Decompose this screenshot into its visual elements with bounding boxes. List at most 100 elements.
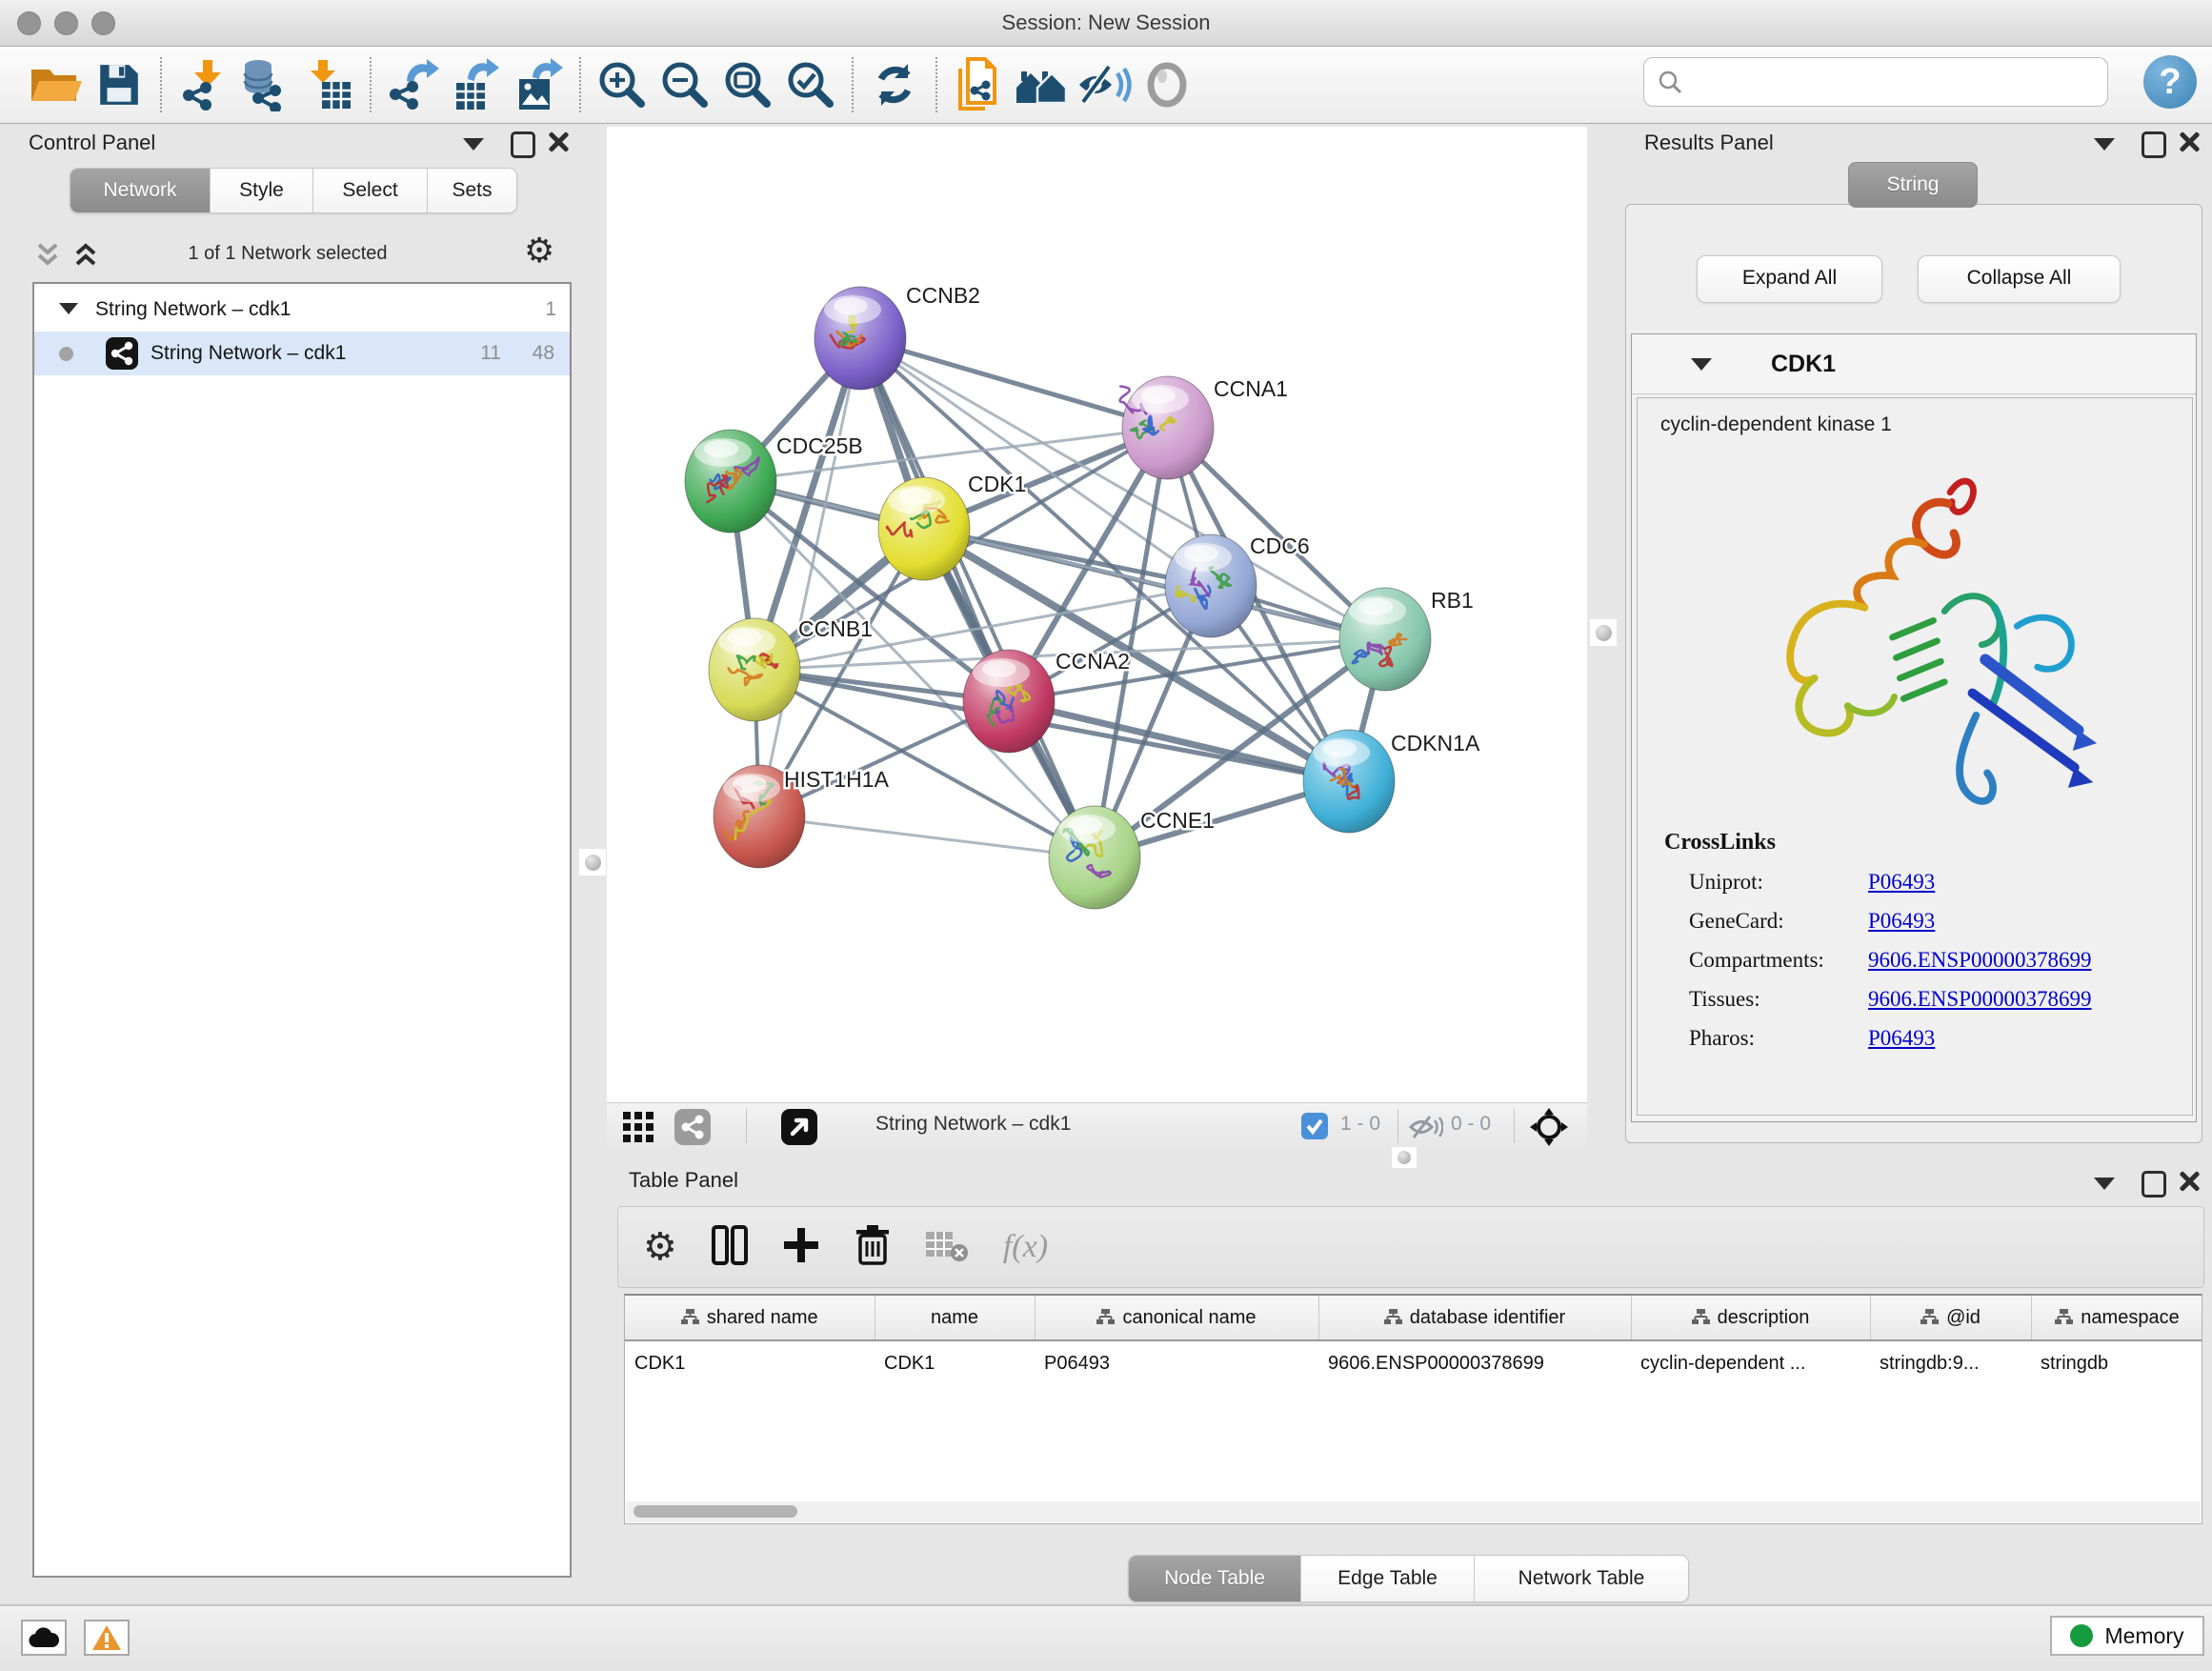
export-table-button[interactable] bbox=[444, 54, 507, 115]
crosslink-link-2[interactable]: 9606.ENSP00000378699 bbox=[1868, 948, 2092, 973]
string-panel-toggle-icon[interactable] bbox=[674, 1108, 712, 1151]
export-network-button[interactable] bbox=[381, 54, 444, 115]
fit-content-crosshair-icon[interactable] bbox=[1529, 1107, 1569, 1152]
panel-menu-icon[interactable] bbox=[2094, 138, 2115, 151]
column-header-@id[interactable]: @id bbox=[1870, 1296, 2031, 1340]
table-cell[interactable]: CDK1 bbox=[625, 1340, 875, 1385]
crosslink-link-4[interactable]: P06493 bbox=[1868, 1026, 1935, 1051]
tab-node-table[interactable]: Node Table bbox=[1129, 1556, 1300, 1601]
column-header-name[interactable]: name bbox=[875, 1296, 1035, 1340]
table-cell[interactable]: 9606.ENSP00000378699 bbox=[1318, 1340, 1631, 1385]
network-node-CDC6[interactable]: CDC6 bbox=[1165, 534, 1310, 637]
tree-expander-icon[interactable] bbox=[59, 303, 78, 314]
birdseye-view-icon[interactable] bbox=[622, 1111, 654, 1148]
table-cell[interactable]: P06493 bbox=[1035, 1340, 1318, 1385]
scrollbar-thumb[interactable] bbox=[633, 1505, 797, 1518]
node-label-CCNA2: CCNA2 bbox=[1056, 649, 1130, 674]
delete-table-icon[interactable] bbox=[925, 1228, 969, 1267]
column-label: description bbox=[1718, 1307, 1810, 1328]
network-node-CDKN1A[interactable]: CDKN1A bbox=[1303, 730, 1480, 833]
tab-style[interactable]: Style bbox=[210, 169, 312, 212]
expand-all-button[interactable]: Expand All bbox=[1697, 255, 1882, 303]
left-splitter-handle[interactable] bbox=[579, 849, 606, 876]
column-mapping-icon bbox=[1920, 1309, 1939, 1325]
memory-button[interactable]: Memory bbox=[2050, 1616, 2204, 1656]
cloud-status-button[interactable] bbox=[21, 1620, 67, 1656]
network-edge-CCNB2-HIST1H1A[interactable] bbox=[759, 338, 860, 816]
section-collapse-icon[interactable] bbox=[1691, 358, 1712, 371]
crosslink-link-0[interactable]: P06493 bbox=[1868, 870, 1935, 895]
panel-float-icon[interactable] bbox=[2142, 131, 2166, 158]
open-in-new-icon[interactable] bbox=[780, 1108, 818, 1151]
tab-sets[interactable]: Sets bbox=[427, 169, 516, 212]
network-node-RB1[interactable]: RB1 bbox=[1339, 588, 1474, 691]
string-app-icon bbox=[105, 336, 139, 371]
search-input[interactable] bbox=[1682, 70, 2107, 94]
network-collection-row[interactable]: String Network – cdk1 1 bbox=[34, 288, 570, 332]
column-header-database-identifier[interactable]: database identifier bbox=[1318, 1296, 1631, 1340]
show-columns-icon[interactable] bbox=[712, 1225, 748, 1270]
add-column-icon[interactable] bbox=[782, 1226, 820, 1269]
column-header-canonical-name[interactable]: canonical name bbox=[1035, 1296, 1318, 1340]
column-header-shared-name[interactable]: shared name bbox=[625, 1296, 875, 1340]
hide-glass-effect-button[interactable] bbox=[1073, 54, 1136, 115]
right-splitter-handle[interactable] bbox=[1590, 619, 1617, 646]
export-image-button[interactable] bbox=[507, 54, 570, 115]
crosslink-link-3[interactable]: 9606.ENSP00000378699 bbox=[1868, 987, 2092, 1012]
save-session-button[interactable] bbox=[88, 54, 151, 115]
collapse-all-button[interactable]: Collapse All bbox=[1918, 255, 2121, 303]
tab-select[interactable]: Select bbox=[312, 169, 427, 212]
column-header-namespace[interactable]: namespace bbox=[2031, 1296, 2202, 1340]
table-cell[interactable]: stringdb:9... bbox=[1870, 1340, 2031, 1385]
string-home-button[interactable] bbox=[1010, 54, 1073, 115]
selected-nodes-checkbox[interactable] bbox=[1300, 1112, 1329, 1145]
network-edge-HIST1H1A-CCNE1[interactable] bbox=[759, 816, 1095, 857]
zoom-in-button[interactable] bbox=[591, 54, 654, 115]
network-edge-CCNB2-CCNE1[interactable] bbox=[860, 338, 1095, 857]
tab-network[interactable]: Network bbox=[70, 169, 210, 212]
tab-network-table[interactable]: Network Table bbox=[1474, 1556, 1688, 1601]
tab-string-results[interactable]: String bbox=[1848, 162, 1978, 208]
network-canvas[interactable]: CCNB2CCNA1CDC25BCDK1CDC6RB1CCNB1CCNA2CDK… bbox=[607, 127, 1587, 1102]
network-options-gear-icon[interactable]: ⚙ bbox=[524, 233, 554, 268]
network-edge-CCNB2-CCNA1[interactable] bbox=[860, 338, 1168, 428]
network-node-CDK1[interactable]: CDK1 bbox=[878, 472, 1026, 580]
crosslink-link-1[interactable]: P06493 bbox=[1868, 909, 1935, 934]
function-builder-icon[interactable]: f(x) bbox=[1003, 1229, 1048, 1265]
import-table-file-button[interactable] bbox=[297, 54, 360, 115]
zoom-out-button[interactable] bbox=[654, 54, 716, 115]
panel-float-icon[interactable] bbox=[2142, 1171, 2166, 1198]
zoom-fit-button[interactable] bbox=[716, 54, 779, 115]
panel-menu-icon[interactable] bbox=[2094, 1178, 2115, 1190]
table-cell[interactable]: cyclin-dependent ... bbox=[1631, 1340, 1870, 1385]
zoom-selected-button[interactable] bbox=[779, 54, 842, 115]
search-field[interactable] bbox=[1643, 57, 2108, 107]
column-header-description[interactable]: description bbox=[1631, 1296, 1870, 1340]
panel-menu-icon[interactable] bbox=[463, 138, 484, 151]
network-row-selected[interactable]: String Network – cdk1 11 48 bbox=[34, 332, 570, 375]
help-button[interactable]: ? bbox=[2143, 55, 2197, 109]
table-cell[interactable]: CDK1 bbox=[875, 1340, 1035, 1385]
protein-section-header[interactable]: CDK1 bbox=[1632, 334, 2196, 394]
import-network-database-button[interactable] bbox=[234, 54, 297, 115]
tab-edge-table[interactable]: Edge Table bbox=[1300, 1556, 1474, 1601]
network-node-HIST1H1A[interactable]: HIST1H1A bbox=[714, 765, 890, 868]
network-node-CCNB1[interactable]: CCNB1 bbox=[709, 616, 873, 721]
table-cell[interactable]: stringdb bbox=[2031, 1340, 2202, 1385]
crosslink-row: GeneCard:P06493 bbox=[1664, 909, 2192, 934]
import-network-file-button[interactable] bbox=[171, 54, 234, 115]
hidden-items-icon[interactable] bbox=[1409, 1114, 1443, 1145]
string-document-button[interactable] bbox=[947, 54, 1010, 115]
refresh-button[interactable] bbox=[863, 54, 926, 115]
table-row[interactable]: CDK1CDK1P064939606.ENSP00000378699cyclin… bbox=[625, 1340, 2202, 1385]
network-edge-CCNA2-CDKN1A[interactable] bbox=[1009, 701, 1349, 781]
network-node-CCNE1[interactable]: CCNE1 bbox=[1049, 806, 1215, 909]
open-session-button[interactable] bbox=[25, 54, 88, 115]
horizontal-scrollbar[interactable] bbox=[626, 1501, 2201, 1522]
warning-status-button[interactable] bbox=[84, 1620, 130, 1656]
bottom-splitter-handle[interactable] bbox=[1392, 1147, 1417, 1168]
table-options-gear-icon[interactable]: ⚙ bbox=[643, 1228, 677, 1266]
show-glass-effect-button[interactable] bbox=[1136, 54, 1198, 115]
panel-float-icon[interactable] bbox=[511, 131, 535, 158]
delete-column-icon[interactable] bbox=[855, 1224, 891, 1271]
